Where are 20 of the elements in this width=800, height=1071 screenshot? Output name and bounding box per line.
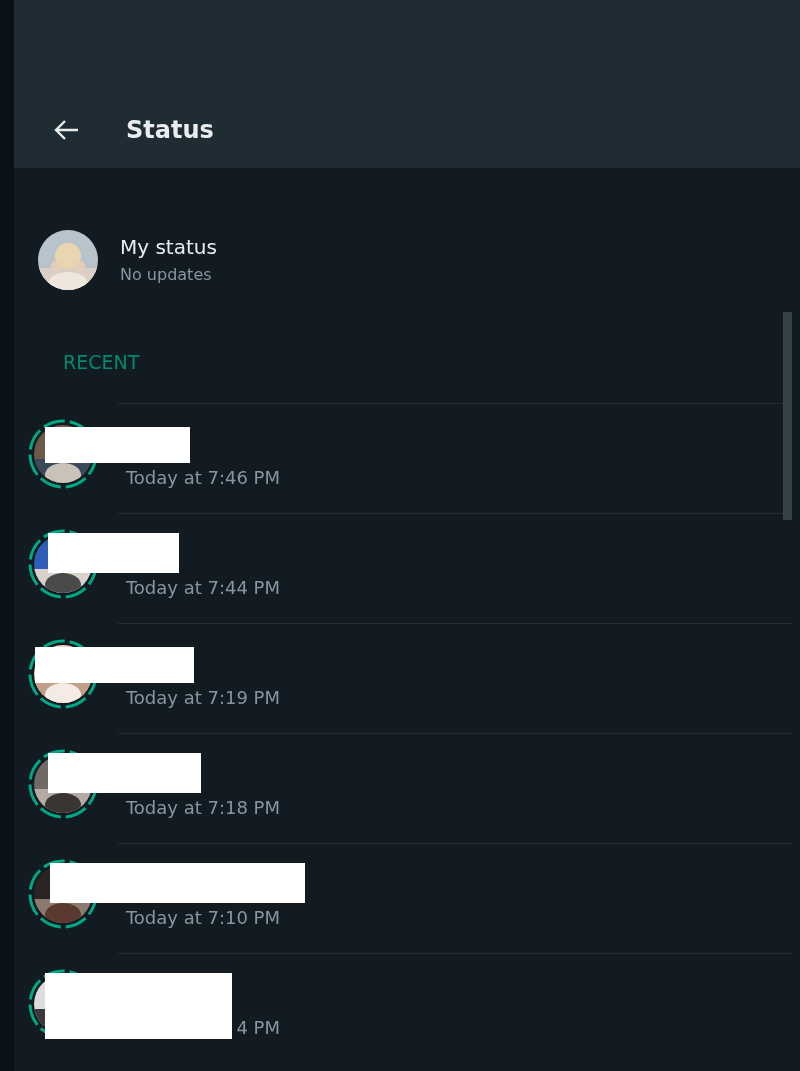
status-item[interactable]: Today at 7:44 PM bbox=[14, 513, 800, 623]
status-ring-icon bbox=[28, 419, 98, 489]
status-ring-icon bbox=[28, 639, 98, 709]
status-time: Today at 7:19 PM bbox=[124, 687, 280, 708]
scrollbar-thumb[interactable] bbox=[783, 312, 792, 520]
status-item[interactable]: Today at 7:10 PM bbox=[14, 843, 800, 953]
section-label: RECENT bbox=[63, 351, 141, 375]
back-button[interactable] bbox=[54, 119, 80, 141]
back-arrow-icon bbox=[54, 119, 80, 141]
status-item[interactable]: Today at 7:18 PM bbox=[14, 733, 800, 843]
status-time: Today at 7:46 PM bbox=[124, 467, 280, 488]
page-title: Status bbox=[126, 116, 214, 144]
status-subtitle: No updates bbox=[120, 265, 213, 284]
status-time: Today at 7:10 PM bbox=[124, 907, 280, 928]
status-time: 4 PM bbox=[235, 1017, 280, 1038]
status-time: Today at 7:18 PM bbox=[124, 797, 280, 818]
status-item[interactable]: Today at 7:19 PM bbox=[14, 623, 800, 733]
status-time: Today at 7:44 PM bbox=[124, 577, 280, 598]
contact-name: My status bbox=[120, 235, 217, 259]
status-item[interactable]: Today at 7:46 PM bbox=[14, 403, 800, 513]
